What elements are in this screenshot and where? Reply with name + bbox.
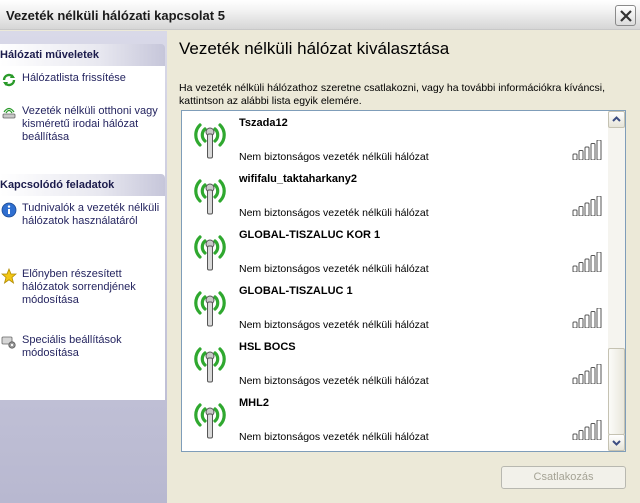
- signal-strength-icon: [572, 308, 602, 328]
- network-item[interactable]: Tszada12 Nem biztonságos vezeték nélküli …: [182, 111, 607, 167]
- wireless-info-link[interactable]: Tudnivalók a vezeték nélküli hálózatok h…: [0, 202, 161, 228]
- network-security-status: Nem biztonságos vezeték nélküli hálózat: [239, 319, 429, 331]
- advanced-settings-label: Speciális beállítások módosítása: [22, 334, 122, 359]
- chevron-down-icon: [612, 440, 621, 446]
- wireless-network-icon: [194, 235, 226, 271]
- advanced-settings-icon: [1, 336, 16, 349]
- network-tasks-header: Hálózati műveletek: [0, 44, 165, 66]
- wireless-network-icon: [194, 179, 226, 215]
- network-ssid: wififalu_taktaharkany2: [239, 173, 357, 185]
- home-network-icon: [2, 107, 16, 119]
- network-ssid: Tszada12: [239, 117, 288, 129]
- close-icon: [620, 10, 632, 22]
- setup-home-network-link[interactable]: Vezeték nélküli otthoni vagy kisméretű i…: [0, 105, 161, 144]
- wireless-network-icon: [194, 347, 226, 383]
- scroll-up-button[interactable]: [608, 111, 625, 128]
- signal-strength-icon: [572, 364, 602, 384]
- scroll-thumb[interactable]: [608, 348, 625, 435]
- close-button[interactable]: [615, 5, 636, 26]
- wireless-network-icon: [194, 291, 226, 327]
- star-icon: [1, 268, 17, 284]
- related-tasks-header: Kapcsolódó feladatok: [0, 174, 165, 196]
- network-ssid: GLOBAL-TISZALUC 1: [239, 285, 353, 297]
- task-pane: Hálózati műveletek Hálózatlista frissíté…: [0, 31, 167, 503]
- refresh-icon: [2, 73, 16, 87]
- related-tasks-group: Kapcsolódó feladatok Tudnivalók a vezeté…: [0, 174, 165, 400]
- signal-strength-icon: [572, 140, 602, 160]
- refresh-network-list-link[interactable]: Hálózatlista frissítése: [0, 72, 161, 87]
- wireless-info-label: Tudnivalók a vezeték nélküli hálózatok h…: [22, 202, 160, 227]
- chevron-up-icon: [612, 116, 621, 122]
- wireless-network-icon: [194, 403, 226, 439]
- network-item[interactable]: GLOBAL-TISZALUC KOR 1 Nem biztonságos vez…: [182, 223, 607, 279]
- network-ssid: HSL BOCS: [239, 341, 296, 353]
- network-security-status: Nem biztonságos vezeték nélküli hálózat: [239, 375, 429, 387]
- connect-button[interactable]: Csatlakozás: [501, 466, 626, 489]
- network-security-status: Nem biztonságos vezeték nélküli hálózat: [239, 263, 429, 275]
- network-ssid: GLOBAL-TISZALUC KOR 1: [239, 229, 381, 241]
- network-ssid: MHL2: [239, 397, 269, 409]
- signal-strength-icon: [572, 420, 602, 440]
- network-list[interactable]: Tszada12 Nem biztonságos vezeték nélküli …: [181, 110, 626, 452]
- signal-strength-icon: [572, 196, 602, 216]
- network-item[interactable]: MHL2 Nem biztonságos vezeték nélküli háló…: [182, 391, 607, 447]
- setup-home-network-label: Vezeték nélküli otthoni vagy kisméretű i…: [22, 105, 158, 143]
- network-security-status: Nem biztonságos vezeték nélküli hálózat: [239, 431, 429, 443]
- wireless-network-icon: [194, 123, 226, 159]
- main-pane: Vezeték nélküli hálózat kiválasztása Ha …: [167, 31, 640, 503]
- scroll-down-button[interactable]: [608, 434, 625, 451]
- title-bar[interactable]: Vezeték nélküli hálózati kapcsolat 5: [0, 0, 640, 30]
- network-security-status: Nem biztonságos vezeték nélküli hálózat: [239, 207, 429, 219]
- refresh-network-list-label: Hálózatlista frissítése: [22, 72, 126, 84]
- signal-strength-icon: [572, 252, 602, 272]
- network-tasks-group: Hálózati műveletek Hálózatlista frissíté…: [0, 44, 165, 184]
- network-security-status: Nem biztonságos vezeték nélküli hálózat: [239, 151, 429, 163]
- preferred-networks-order-label: Előnyben részesített hálózatok sorrendjé…: [22, 268, 136, 306]
- page-title: Vezeték nélküli hálózat kiválasztása: [179, 39, 450, 58]
- instructions-text: Ha vezeték nélküli hálózathoz szeretne c…: [179, 82, 606, 107]
- preferred-networks-order-link[interactable]: Előnyben részesített hálózatok sorrendjé…: [0, 268, 161, 307]
- network-item[interactable]: HSL BOCS Nem biztonságos vezeték nélküli …: [182, 335, 607, 391]
- advanced-settings-link[interactable]: Speciális beállítások módosítása: [0, 334, 161, 360]
- info-icon: [1, 202, 17, 218]
- window-title: Vezeték nélküli hálózati kapcsolat 5: [6, 8, 225, 23]
- network-item[interactable]: wififalu_taktaharkany2 Nem biztonságos ve…: [182, 167, 607, 223]
- network-item[interactable]: GLOBAL-TISZALUC 1 Nem biztonságos vezeték…: [182, 279, 607, 335]
- network-list-scrollbar[interactable]: [608, 111, 625, 451]
